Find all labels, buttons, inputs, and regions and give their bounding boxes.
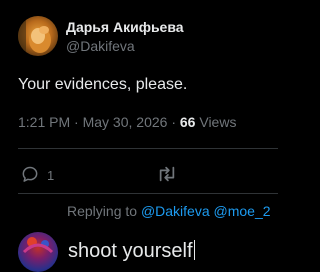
post-text: Your evidences, please.: [18, 76, 188, 93]
reply-button[interactable]: 1: [20, 164, 54, 184]
reply-icon: [22, 166, 38, 182]
reply-draft-text: shoot yourself: [68, 240, 193, 262]
retweet-icon: [159, 166, 175, 182]
text-caret: [193, 240, 195, 260]
reply-input[interactable]: shoot yourself: [68, 240, 195, 263]
replying-to-label: Replying to: [67, 203, 138, 219]
cat-photo-icon: [18, 16, 51, 56]
mention-link[interactable]: @moe_2: [214, 203, 271, 219]
author-name[interactable]: Дарья Акифьева: [66, 19, 184, 35]
user-avatar[interactable]: [18, 232, 58, 272]
replying-to: Replying to @Dakifeva @moe_2: [67, 203, 271, 219]
post-time[interactable]: 1:21 PM: [18, 114, 70, 130]
views-label: Views: [199, 114, 237, 130]
author-handle[interactable]: @Dakifeva: [66, 38, 135, 54]
post-date[interactable]: May 30, 2026: [83, 114, 168, 130]
author-avatar[interactable]: [18, 16, 58, 56]
divider: [18, 148, 278, 149]
reply-count: 1: [47, 168, 55, 183]
meta-separator: ·: [171, 114, 176, 130]
divider: [18, 193, 278, 194]
mention-link[interactable]: @Dakifeva: [141, 203, 210, 219]
user-photo-icon: [22, 237, 54, 254]
tweet-detail: Дарья Акифьева @Dakifeva Your evidences,…: [0, 0, 278, 272]
meta-separator: ·: [74, 114, 79, 130]
views-count: 66: [179, 114, 196, 130]
post-meta: 1:21 PM · May 30, 2026 · 66 Views: [18, 114, 236, 130]
retweet-button[interactable]: [156, 164, 178, 184]
